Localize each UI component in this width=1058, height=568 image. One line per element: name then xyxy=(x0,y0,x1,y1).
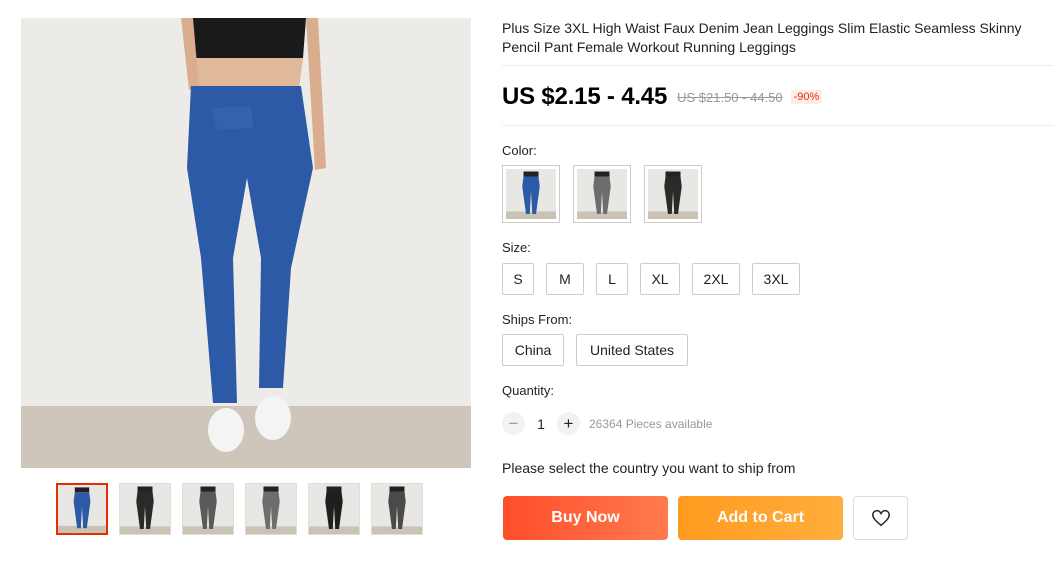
thumbnail-strip xyxy=(56,483,423,535)
current-price: US $2.15 - 4.45 xyxy=(502,83,668,110)
size-option-3xl[interactable]: 3XL xyxy=(752,263,800,295)
leggings-closeup-thumb xyxy=(183,484,233,534)
quantity-decrease-button[interactable]: − xyxy=(502,412,525,435)
main-product-image[interactable] xyxy=(21,18,471,468)
black-leggings-swatch xyxy=(648,169,698,219)
thumbnail-4[interactable] xyxy=(245,483,297,535)
price-row: US $2.15 - 4.45 US $21.50 - 44.50 -90% xyxy=(502,83,823,111)
grey-leggings-thumb xyxy=(246,484,296,534)
add-to-cart-button[interactable]: Add to Cart xyxy=(678,496,843,540)
color-options xyxy=(502,165,702,223)
original-price: US $21.50 - 44.50 xyxy=(677,89,783,105)
quantity-value[interactable]: 1 xyxy=(525,416,557,432)
grey-leggings-flatlay-thumb xyxy=(372,484,422,534)
quantity-stepper: − 1 + 26364 Pieces available xyxy=(502,412,712,435)
blue-leggings-swatch xyxy=(506,169,556,219)
color-swatch-3[interactable] xyxy=(644,165,702,223)
available-quantity: 26364 Pieces available xyxy=(589,416,713,431)
thumbnail-1[interactable] xyxy=(56,483,108,535)
divider xyxy=(502,65,1054,66)
product-title: Plus Size 3XL High Waist Faux Denim Jean… xyxy=(502,20,1022,55)
thumbnail-2[interactable] xyxy=(119,483,171,535)
ships-from-option-united-states[interactable]: United States xyxy=(576,334,688,366)
size-option-xl[interactable]: XL xyxy=(640,263,680,295)
discount-badge: -90% xyxy=(790,90,823,104)
quantity-increase-button[interactable]: + xyxy=(557,412,580,435)
thumbnail-6[interactable] xyxy=(371,483,423,535)
thumbnail-3[interactable] xyxy=(182,483,234,535)
blue-leggings-thumb xyxy=(58,485,106,533)
ships-from-label: Ships From: xyxy=(502,312,573,327)
quantity-label: Quantity: xyxy=(502,383,555,398)
blue-leggings-model-photo xyxy=(21,18,471,468)
black-leggings-back-thumb xyxy=(120,484,170,534)
buy-now-button[interactable]: Buy Now xyxy=(503,496,668,540)
wishlist-button[interactable] xyxy=(853,496,908,540)
ships-from-option-china[interactable]: China xyxy=(502,334,564,366)
divider xyxy=(502,125,1054,126)
size-option-m[interactable]: M xyxy=(546,263,584,295)
heart-icon xyxy=(871,509,890,527)
size-option-s[interactable]: S xyxy=(502,263,534,295)
size-option-2xl[interactable]: 2XL xyxy=(692,263,740,295)
black-leggings-front-thumb xyxy=(309,484,359,534)
color-swatch-1[interactable] xyxy=(502,165,560,223)
size-label: Size: xyxy=(502,240,531,255)
color-swatch-2[interactable] xyxy=(573,165,631,223)
ships-from-options: China United States xyxy=(502,334,688,366)
size-option-l[interactable]: L xyxy=(596,263,628,295)
grey-leggings-swatch xyxy=(577,169,627,219)
size-options: S M L XL 2XL 3XL xyxy=(502,263,800,295)
color-label: Color: xyxy=(502,143,537,158)
thumbnail-5[interactable] xyxy=(308,483,360,535)
ship-country-notice: Please select the country you want to sh… xyxy=(502,460,796,476)
